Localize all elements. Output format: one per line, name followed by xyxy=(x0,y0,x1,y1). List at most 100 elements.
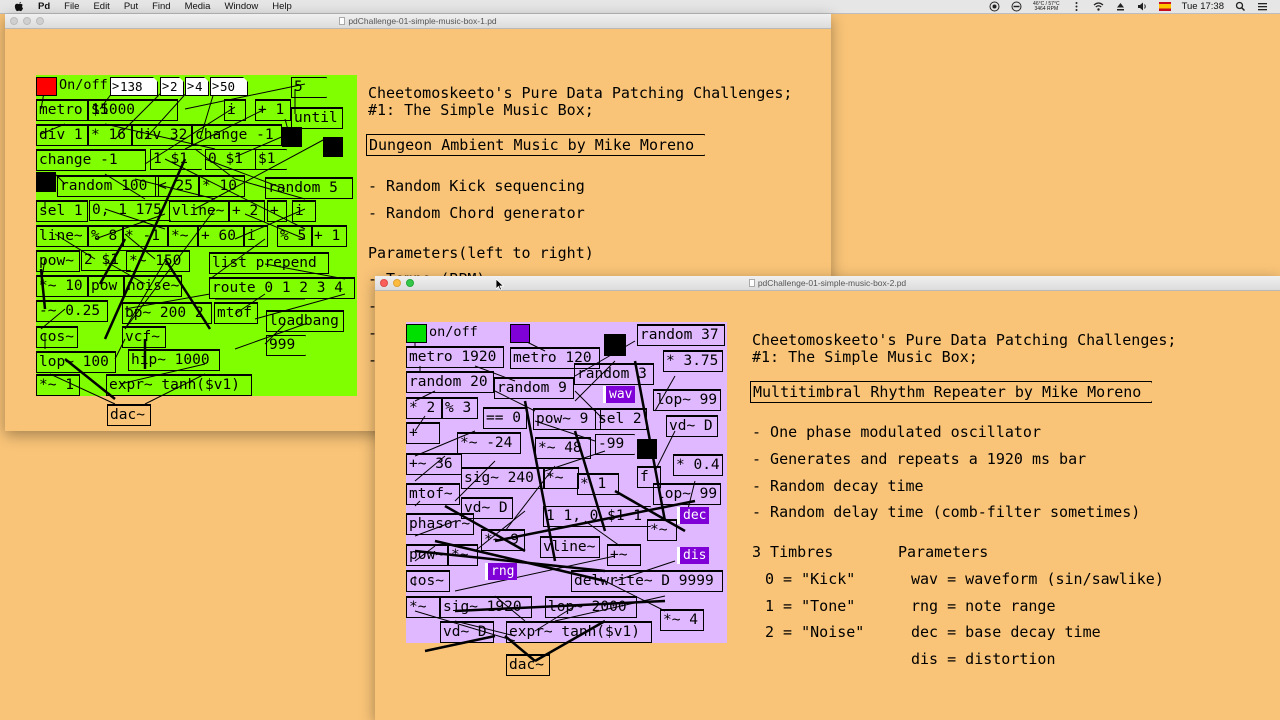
pd-object[interactable]: phasor~ xyxy=(406,513,474,535)
pd-object[interactable]: *~ 9 xyxy=(481,529,525,551)
bang-button[interactable] xyxy=(36,172,56,192)
pd-object[interactable]: lop~ 2000 xyxy=(545,596,637,618)
menu-edit[interactable]: Edit xyxy=(93,1,109,12)
pd-object[interactable]: vd~ D xyxy=(666,415,718,437)
message-box[interactable]: 2 $1 xyxy=(81,250,131,271)
pd-object[interactable]: * 0.4 xyxy=(673,454,723,476)
param-number-box-3[interactable]: 4 xyxy=(185,77,209,96)
minimize-button[interactable] xyxy=(23,17,31,25)
spotlight-search-icon[interactable] xyxy=(1235,1,1246,12)
pd-object[interactable]: + xyxy=(406,422,440,444)
pd-object[interactable]: *~ 10 xyxy=(36,275,88,297)
patch-window-2[interactable]: pdChallenge-01-simple-music-box-2.pd on/… xyxy=(375,276,1280,720)
pd-object[interactable]: vd~ D xyxy=(440,621,494,643)
pd-object[interactable]: expr~ tanh($v1) xyxy=(106,374,252,396)
pd-object[interactable]: *~ xyxy=(448,544,478,566)
pd-object[interactable]: % 5 xyxy=(277,225,313,247)
pd-object[interactable]: sig~ 1920 xyxy=(440,596,532,618)
pd-object[interactable]: div 1 xyxy=(36,124,88,146)
record-icon[interactable] xyxy=(989,1,1000,12)
pd-object[interactable]: cos~ xyxy=(36,326,78,348)
rng-knob[interactable]: rng xyxy=(485,563,518,580)
pd-object[interactable]: until xyxy=(291,107,343,129)
menu-pd[interactable]: Pd xyxy=(38,1,50,12)
pd-object[interactable]: *~ xyxy=(543,467,579,489)
pd-object[interactable]: mtof~ xyxy=(406,483,460,505)
dis-knob[interactable]: dis xyxy=(677,547,710,564)
message-box[interactable]: 1 1, 0 $1 1 xyxy=(543,506,651,527)
do-not-disturb-icon[interactable] xyxy=(1011,1,1022,12)
message-box[interactable]: 0, 1 175 xyxy=(89,200,171,221)
pd-object[interactable]: vline~ xyxy=(169,200,229,222)
message-box[interactable]: 1 $1 xyxy=(150,149,202,170)
message-box[interactable]: -99 xyxy=(595,434,635,455)
pd-object[interactable]: * 3.75 xyxy=(663,350,723,372)
input-source-flag-icon[interactable] xyxy=(1158,2,1171,11)
pd-object[interactable]: sel 1 xyxy=(36,200,88,222)
zoom-button[interactable] xyxy=(406,279,414,287)
pd-object[interactable]: metro 1920 xyxy=(406,346,504,368)
pd-object[interactable]: * 1 xyxy=(577,473,619,495)
menu-find[interactable]: Find xyxy=(152,1,170,12)
dac-object[interactable]: dac~ xyxy=(506,654,550,676)
pd-object[interactable]: *~ -24 xyxy=(457,432,521,454)
message-box[interactable]: 999 xyxy=(266,335,306,356)
pd-object[interactable]: lop~ 99 xyxy=(653,483,721,505)
pd-object[interactable]: lop~ 99 xyxy=(653,389,721,411)
pd-object[interactable]: < 25 xyxy=(155,175,199,197)
pd-object[interactable]: line~ xyxy=(36,225,88,247)
pd-object[interactable]: % 8 xyxy=(88,225,124,247)
menu-help[interactable]: Help xyxy=(272,1,292,12)
pd-object[interactable]: % 3 xyxy=(442,397,478,419)
close-button[interactable] xyxy=(380,279,388,287)
pd-object[interactable]: change -1 xyxy=(36,149,146,171)
param-number-box-2[interactable]: 2 xyxy=(160,77,184,96)
pd-object[interactable]: random 20 xyxy=(406,371,494,393)
apple-icon[interactable] xyxy=(14,1,24,12)
message-box[interactable]: 0 $1 xyxy=(205,149,257,170)
pd-object[interactable]: + 2 xyxy=(229,200,265,222)
pd-object[interactable]: i xyxy=(224,99,246,121)
pd-object[interactable]: i xyxy=(292,200,316,222)
notification-center-icon[interactable] xyxy=(1257,1,1268,12)
pd-object[interactable]: * 16 xyxy=(88,124,132,146)
menu-media[interactable]: Media xyxy=(185,1,211,12)
pd-object[interactable]: expr~ tanh($v1) xyxy=(506,621,652,643)
pd-object[interactable]: route 0 1 2 3 4 xyxy=(209,277,355,299)
pd-object[interactable]: * -1 xyxy=(122,225,168,247)
pd-object[interactable]: * 10 xyxy=(199,175,245,197)
bang-button[interactable] xyxy=(604,334,626,356)
pd-object[interactable]: random 9 xyxy=(494,377,574,399)
pd-object[interactable]: +~ 36 xyxy=(406,453,462,475)
minimize-button[interactable] xyxy=(393,279,401,287)
pd-object[interactable]: random 5 xyxy=(265,177,353,199)
pd-object[interactable]: *~ xyxy=(647,519,677,541)
pd-object[interactable]: metro 15000 xyxy=(36,99,135,121)
pd-object[interactable]: change -1 xyxy=(192,124,282,146)
zoom-button[interactable] xyxy=(36,17,44,25)
pd-object[interactable]: +~ xyxy=(607,544,641,566)
pd-object[interactable]: loadbang xyxy=(266,310,344,332)
pd-object[interactable]: -~ 0.25 xyxy=(36,300,108,322)
tempo-number-box[interactable]: 138 xyxy=(110,77,158,96)
pd-object[interactable]: pow~ xyxy=(406,544,448,566)
pd-object[interactable]: random 100 xyxy=(57,175,159,197)
pd-object[interactable]: mtof xyxy=(214,302,258,324)
dac-object[interactable]: dac~ xyxy=(107,404,151,426)
pd-object[interactable]: hip~ 1000 xyxy=(128,349,220,371)
pd-object[interactable]: pow xyxy=(88,275,124,297)
pd-object[interactable]: *~ 4 xyxy=(660,609,704,631)
bang-button[interactable] xyxy=(323,137,343,157)
volume-icon[interactable] xyxy=(1137,1,1148,12)
menu-put[interactable]: Put xyxy=(124,1,138,12)
menu-window[interactable]: Window xyxy=(224,1,258,12)
pd-object[interactable]: $1 xyxy=(88,99,178,121)
pd-object[interactable]: i xyxy=(244,225,268,247)
pd-object[interactable]: * 2 xyxy=(406,397,442,419)
bang-button[interactable] xyxy=(282,127,302,147)
hardware-monitor[interactable]: 46°C / 57°C 3464 RPM xyxy=(1033,1,1060,12)
wifi-icon[interactable] xyxy=(1093,1,1104,12)
pd-object[interactable]: + 60 xyxy=(198,225,244,247)
eject-icon[interactable] xyxy=(1115,1,1126,12)
window-2-titlebar[interactable]: pdChallenge-01-simple-music-box-2.pd xyxy=(375,276,1280,291)
